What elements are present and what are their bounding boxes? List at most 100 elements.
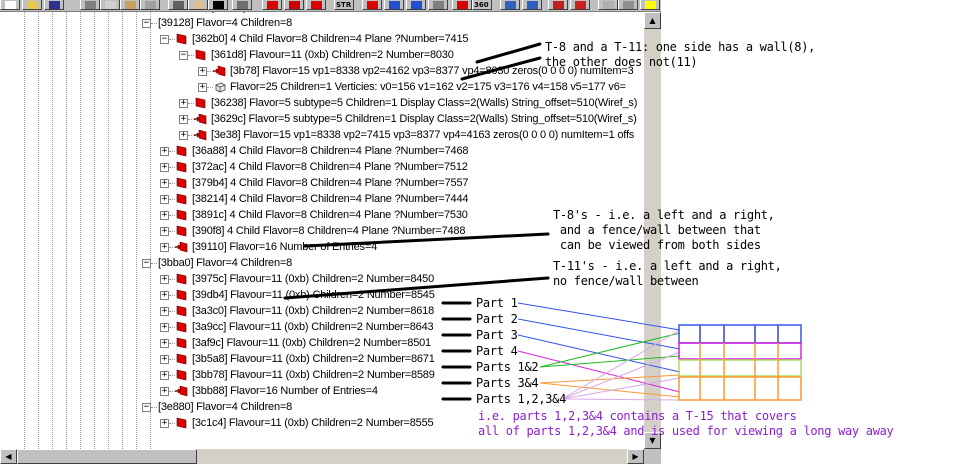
toolbar-glyph <box>389 1 400 9</box>
toolbar-glyph <box>623 1 634 9</box>
graph-icon[interactable] <box>500 0 520 10</box>
save-disk-icon[interactable] <box>44 0 64 10</box>
lock-icon[interactable] <box>618 0 638 10</box>
flag-icon[interactable] <box>362 0 382 10</box>
value-icon[interactable]: 360 <box>472 0 492 10</box>
string-icon[interactable]: STR <box>334 0 354 10</box>
arrow-icon[interactable] <box>284 0 304 10</box>
expand-icon[interactable]: + <box>160 147 169 156</box>
expand-icon[interactable]: + <box>160 275 169 284</box>
toolbar-glyph <box>237 1 248 9</box>
tree-row-label: [39db4] Flavour=11 (0xb) Children=2 Numb… <box>192 289 435 301</box>
grid-part-4 <box>678 376 802 401</box>
horizontal-scroll-thumb[interactable] <box>17 449 197 464</box>
tree-row-label: [3a3c0] Flavour=11 (0xb) Children=2 Numb… <box>192 305 435 317</box>
expand-icon[interactable]: + <box>160 307 169 316</box>
grid-part-2 <box>678 342 802 360</box>
tree-row[interactable]: + [3975c] Flavour=11 (0xb) Children=2 Num… <box>0 271 644 287</box>
expand-icon[interactable]: + <box>160 179 169 188</box>
tree-view[interactable]: +[35a7c] Flavor=16 Number of Entries=4−[… <box>0 12 644 449</box>
expand-icon[interactable]: + <box>179 131 188 140</box>
tree-icon[interactable] <box>522 0 542 10</box>
expand-icon[interactable]: + <box>160 419 169 428</box>
horizontal-scrollbar[interactable]: ◀ ▶ <box>0 449 644 464</box>
grid-icon[interactable] <box>232 0 252 10</box>
expand-icon[interactable]: + <box>160 211 169 220</box>
scroll-right-icon[interactable]: ▶ <box>627 449 644 464</box>
paste-icon[interactable] <box>120 0 140 10</box>
collapse-icon[interactable]: − <box>142 19 151 28</box>
tree-row[interactable]: + [372ac] 4 Child Flavor=8 Children=4 Pla… <box>0 159 644 175</box>
tree-row[interactable]: + [36a88] 4 Child Flavor=8 Children=4 Pla… <box>0 143 644 159</box>
tree-row[interactable]: + [3a3c0] Flavour=11 (0xb) Children=2 Num… <box>0 303 644 319</box>
tree-row[interactable]: + [3b5a8] Flavour=11 (0xb) Children=2 Num… <box>0 351 644 367</box>
tree-row[interactable]: + [39110] Flavor=16 Number of Entries=4 <box>0 239 644 255</box>
grid-part-1 <box>678 324 802 344</box>
expand-icon[interactable]: + <box>179 115 188 124</box>
tree-row[interactable]: + [3af9c] Flavour=11 (0xb) Children=2 Num… <box>0 335 644 351</box>
cut-icon[interactable] <box>80 0 100 10</box>
expand-icon[interactable]: + <box>160 195 169 204</box>
text-icon[interactable] <box>208 0 228 10</box>
expand-icon[interactable]: + <box>160 355 169 364</box>
flag-icon[interactable] <box>452 0 472 10</box>
tree-row[interactable]: + [38214] 4 Child Flavor=8 Children=4 Pla… <box>0 191 644 207</box>
print-icon[interactable] <box>168 0 188 10</box>
label-part1: Part 1 <box>476 296 518 310</box>
toolbar-glyph <box>145 1 156 9</box>
tree-row[interactable]: + [3629c] Flavor=5 subtype=5 Children=1 D… <box>0 111 644 127</box>
expand-icon[interactable]: + <box>160 387 169 396</box>
zoom-in-icon[interactable] <box>384 0 404 10</box>
expand-icon[interactable]: + <box>160 339 169 348</box>
tree-row-label: [3bb78] Flavour=11 (0xb) Children=2 Numb… <box>192 369 435 381</box>
tree-row[interactable]: + Flavor=25 Children=1 Verticies: v0=156 … <box>0 79 644 95</box>
tree-row[interactable]: + [3e38] Flavor=15 vp1=8338 vp2=7415 vp3=… <box>0 127 644 143</box>
tree-row[interactable]: + [3a9cc] Flavour=11 (0xb) Children=2 Num… <box>0 319 644 335</box>
scroll-left-icon[interactable]: ◀ <box>0 449 17 464</box>
expand-icon[interactable]: + <box>179 99 188 108</box>
scroll-up-icon[interactable]: ▲ <box>644 12 661 29</box>
collapse-icon[interactable]: − <box>179 51 188 60</box>
label-part2: Part 2 <box>476 312 518 326</box>
tree-row-label: [3af9c] Flavour=11 (0xb) Children=2 Numb… <box>192 337 431 349</box>
tree-row[interactable]: + [39db4] Flavour=11 (0xb) Children=2 Num… <box>0 287 644 303</box>
help-icon[interactable] <box>598 0 618 10</box>
chart-icon[interactable] <box>548 0 568 10</box>
label-parts12: Parts 1&2 <box>476 360 539 374</box>
new-doc-icon[interactable] <box>0 0 20 10</box>
hand-icon[interactable] <box>188 0 208 10</box>
expand-icon[interactable]: + <box>160 243 169 252</box>
tree-row[interactable]: − [39128] Flavor=4 Children=8 <box>0 15 644 31</box>
toolbar-button-text: 360 <box>474 1 489 9</box>
expand-icon[interactable]: + <box>198 83 207 92</box>
tree-row[interactable]: + [3891c] 4 Child Flavor=8 Children=4 Pla… <box>0 207 644 223</box>
bulb-icon[interactable] <box>640 0 660 10</box>
collapse-icon[interactable]: − <box>142 403 151 412</box>
toolbar-glyph <box>433 1 444 9</box>
toolbar-glyph <box>5 1 16 9</box>
annotation-t11s-line2: no fence/wall between <box>553 274 699 288</box>
collapse-icon[interactable]: − <box>160 35 169 44</box>
flag-icon[interactable] <box>306 0 326 10</box>
expand-icon[interactable]: + <box>160 323 169 332</box>
tree-row[interactable]: + [3bb78] Flavour=11 (0xb) Children=2 Num… <box>0 367 644 383</box>
block-icon[interactable] <box>428 0 448 10</box>
expand-icon[interactable]: + <box>198 67 207 76</box>
open-folder-icon[interactable] <box>22 0 42 10</box>
tree-row-label: [3e38] Flavor=15 vp1=8338 vp2=7415 vp3=8… <box>211 129 635 141</box>
collapse-icon[interactable]: − <box>142 259 151 268</box>
tool-icon[interactable] <box>570 0 590 10</box>
flag-icon[interactable] <box>262 0 282 10</box>
tree-row[interactable]: + [36238] Flavor=5 subtype=5 Children=1 D… <box>0 95 644 111</box>
zoom-out-icon[interactable] <box>406 0 426 10</box>
toolbar-glyph <box>457 1 468 9</box>
tree-row[interactable]: + [390f8] 4 Child Flavor=8 Children=4 Pla… <box>0 223 644 239</box>
expand-icon[interactable]: + <box>160 227 169 236</box>
expand-icon[interactable]: + <box>160 371 169 380</box>
tree-row[interactable]: − [3bba0] Flavor=4 Children=8 <box>0 255 644 271</box>
tree-row[interactable]: + [379b4] 4 Child Flavor=8 Children=4 Pla… <box>0 175 644 191</box>
expand-icon[interactable]: + <box>160 163 169 172</box>
copy-icon[interactable] <box>100 0 120 10</box>
expand-icon[interactable]: + <box>160 291 169 300</box>
table-icon[interactable] <box>140 0 160 10</box>
